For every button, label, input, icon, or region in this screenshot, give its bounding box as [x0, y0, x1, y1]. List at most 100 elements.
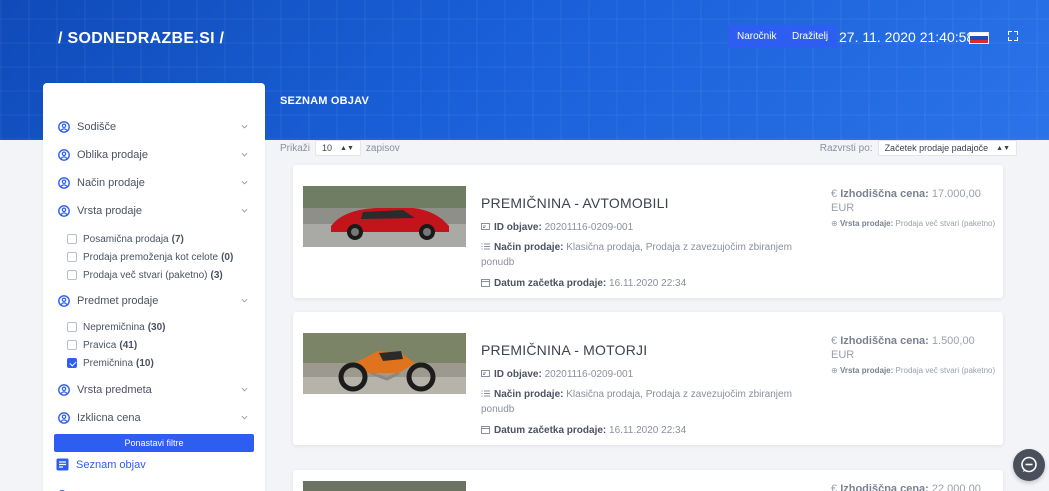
filter-option-label: Pravica — [83, 339, 117, 351]
listing-id-label: ID objave: — [494, 222, 542, 233]
drazitelj-button[interactable]: Dražitelj — [783, 25, 838, 48]
listing-meta: € Izhodiščna cena: 1.500,00 EUR ⊕ Vrsta … — [831, 334, 996, 376]
chevron-down-icon — [241, 415, 248, 420]
id-card-icon — [481, 223, 490, 230]
filter-option-celote[interactable]: Prodaja premoženja kot celote (0) — [67, 251, 233, 263]
reset-filters-button[interactable]: Ponastavi filtre — [54, 434, 254, 452]
checkbox-checked[interactable] — [67, 358, 77, 368]
sort-prefix: Razvrsti po: — [819, 142, 873, 154]
filter-section-label: Izklicna cena — [77, 412, 141, 424]
listing-title[interactable]: PREMIČNINA - AVTOMOBILI — [481, 195, 669, 211]
user-circle-icon — [58, 121, 70, 133]
filter-option-count: (10) — [136, 357, 154, 369]
listing-meta: € Izhodiščna cena: 17.000,00 EUR ⊕ Vrsta… — [831, 187, 996, 229]
orange-motorcycle-photo — [303, 333, 466, 394]
filter-section-predmet[interactable]: Predmet prodaje — [58, 294, 254, 308]
filter-option-premicnina[interactable]: Premičnina (10) — [67, 357, 154, 369]
user-circle-icon — [58, 177, 70, 189]
listing-datum-label: Datum začetka prodaje: — [494, 425, 607, 436]
chat-bubble-icon — [1021, 456, 1037, 473]
listing-id: ID objave: 20201116-0209-001 — [481, 367, 811, 382]
listing-price: € Izhodiščna cena: 22.000,00 — [831, 482, 996, 491]
filter-section-nacin[interactable]: Način prodaje — [58, 176, 254, 190]
filter-option-label: Posamična prodaja — [83, 233, 169, 245]
listing-thumbnail[interactable] — [303, 481, 466, 491]
filter-section-label: Predmet prodaje — [77, 295, 159, 307]
listing-datum-label: Datum začetka prodaje: — [494, 278, 607, 289]
id-card-icon — [481, 370, 490, 377]
chat-button[interactable] — [1013, 449, 1045, 481]
chevron-down-icon — [241, 180, 248, 185]
vrsta-label: Vrsta prodaje: — [839, 219, 894, 228]
listing-card[interactable]: PREMIČNINA - AVTOMOBILI ID objave: 20201… — [293, 165, 1003, 298]
current-datetime: 27. 11. 2020 21:40:58 — [839, 29, 975, 45]
price-label: Izhodiščna cena: — [840, 483, 929, 491]
filter-section-oblika[interactable]: Oblika prodaje — [58, 148, 254, 162]
fullscreen-icon[interactable] — [1008, 31, 1018, 41]
page-title: SEZNAM OBJAV — [280, 95, 369, 107]
filter-section-izklicna-cena[interactable]: Izklicna cena — [58, 411, 254, 425]
show-suffix: zapisov — [365, 142, 400, 154]
vrsta-value: Prodaja več stvari (paketno) — [895, 219, 996, 228]
nav-seznam-objav[interactable]: Seznam objav — [56, 458, 146, 471]
checkbox[interactable] — [67, 322, 77, 332]
chevron-down-icon — [241, 387, 248, 392]
listing-datum-value: 16.11.2020 22:34 — [609, 425, 687, 436]
chevron-down-icon — [241, 208, 248, 213]
site-logo[interactable]: / SODNEDRAZBE.SI / — [58, 30, 224, 48]
filter-option-label: Premičnina — [83, 357, 134, 369]
page-size-control: Prikaži 10 ▲▼ zapisov — [280, 140, 400, 156]
listing-vrsta: ⊕ Vrsta prodaje: Prodaja več stvari (pak… — [831, 218, 996, 229]
calendar-icon — [481, 426, 490, 434]
chevron-down-icon — [241, 152, 248, 157]
page-size-select[interactable]: 10 ▲▼ — [315, 140, 361, 156]
slovenia-flag-icon[interactable] — [969, 32, 989, 44]
list-icon — [56, 458, 69, 471]
tag-icon: ⊕ — [831, 366, 838, 375]
price-label: Izhodiščna cena: — [840, 188, 929, 200]
filter-option-count: (7) — [171, 233, 184, 245]
filter-option-label: Prodaja premoženja kot celote — [83, 251, 219, 263]
page-size-value: 10 — [322, 143, 333, 153]
calendar-icon — [481, 279, 490, 287]
sort-value: Začetek prodaje padajoče — [884, 143, 989, 153]
show-prefix: Prikaži — [280, 142, 311, 154]
listing-card[interactable]: PREMIČNINA - MOTORJI ID objave: 20201116… — [293, 312, 1003, 445]
tag-icon: ⊕ — [831, 219, 838, 228]
price-value: 22.000,00 — [931, 483, 981, 491]
listing-id-value: 20201116-0209-001 — [544, 222, 634, 233]
listing-price: € Izhodiščna cena: 1.500,00 EUR — [831, 335, 975, 361]
listing-vrsta: ⊕ Vrsta prodaje: Prodaja več stvari (pak… — [831, 365, 996, 376]
checkbox[interactable] — [67, 270, 77, 280]
filter-section-vrsta-predmeta[interactable]: Vrsta predmeta — [58, 383, 254, 397]
user-circle-icon — [58, 384, 70, 396]
checkbox[interactable] — [67, 234, 77, 244]
filter-section-vrsta-prodaje[interactable]: Vrsta prodaje — [58, 204, 254, 218]
filter-option-paketno[interactable]: Prodaja več stvari (paketno) (3) — [67, 269, 223, 281]
checkbox[interactable] — [67, 252, 77, 262]
filter-option-pravica[interactable]: Pravica (41) — [67, 339, 137, 351]
listing-id: ID objave: 20201116-0209-001 — [481, 220, 811, 235]
filter-option-label: Prodaja več stvari (paketno) — [83, 269, 208, 281]
list-bullets-icon — [481, 390, 490, 397]
filter-section-label: Sodišče — [77, 121, 117, 133]
filter-section-label: Oblika prodaje — [77, 149, 148, 161]
listing-thumbnail[interactable] — [303, 186, 466, 247]
list-bullets-icon — [481, 243, 490, 250]
red-car-photo — [303, 186, 466, 247]
nav-label: Seznam objav — [76, 458, 146, 471]
listing-nacin-label: Način prodaje: — [494, 389, 564, 400]
filter-sidebar: Sodišče Oblika prodaje Način prodaje Vrs… — [43, 83, 265, 491]
listing-meta: € Izhodiščna cena: 22.000,00 — [831, 482, 996, 491]
narocnik-button[interactable]: Naročnik — [728, 25, 786, 48]
listing-card[interactable]: € Izhodiščna cena: 22.000,00 — [293, 470, 1003, 491]
filter-option-nepremicnina[interactable]: Nepremičnina (30) — [67, 321, 166, 333]
filter-section-sodisce[interactable]: Sodišče — [58, 120, 254, 134]
filter-option-posamicna[interactable]: Posamična prodaja (7) — [67, 233, 184, 245]
user-circle-icon — [58, 412, 70, 424]
sort-select[interactable]: Začetek prodaje padajoče ▲▼ — [877, 140, 1017, 156]
filter-section-label: Vrsta prodaje — [77, 205, 143, 217]
listing-thumbnail[interactable] — [303, 333, 466, 394]
checkbox[interactable] — [67, 340, 77, 350]
listing-title[interactable]: PREMIČNINA - MOTORJI — [481, 342, 647, 358]
